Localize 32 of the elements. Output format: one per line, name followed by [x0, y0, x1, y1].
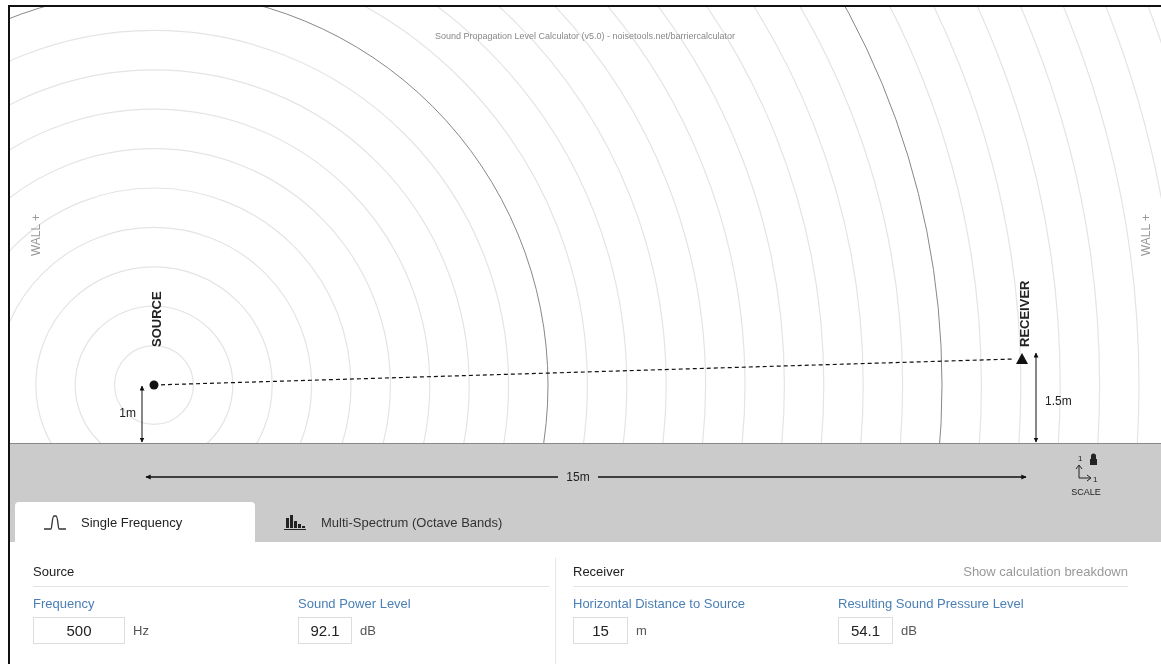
- number-field[interactable]: 500: [33, 617, 125, 644]
- bar-chart-icon: [283, 514, 307, 530]
- field-label: Resulting Sound Pressure Level: [838, 596, 1024, 611]
- number-field[interactable]: 54.1: [838, 617, 893, 644]
- lock-icon[interactable]: [1090, 453, 1097, 465]
- source-label: SOURCE: [149, 291, 164, 347]
- section-heading: Receiver: [573, 564, 625, 579]
- pulse-icon: [43, 514, 67, 530]
- app-title: Sound Propagation Level Calculator (v5.0) - noisetools.net/barriercalculator: [434, 31, 736, 41]
- scale-x-value: 1: [1093, 475, 1098, 484]
- unit-label: dB: [360, 623, 376, 638]
- source-dot[interactable]: [149, 380, 159, 390]
- mode-tab[interactable]: Multi-Spectrum (Octave Bands): [255, 502, 537, 542]
- field-label: Horizontal Distance to Source: [573, 596, 746, 611]
- unit-label: dB: [901, 623, 917, 638]
- number-field[interactable]: 15: [573, 617, 628, 644]
- scale-y-value: 1: [1078, 454, 1083, 463]
- number-field[interactable]: 92.1: [298, 617, 352, 644]
- section-heading: Source: [33, 564, 75, 579]
- source-height: 1m: [119, 406, 136, 420]
- distance-label: 15m: [566, 470, 590, 484]
- unit-label: m: [636, 623, 647, 638]
- scale-label: SCALE: [1071, 487, 1101, 497]
- axes-icon[interactable]: [1075, 464, 1092, 482]
- mode-tab[interactable]: Single Frequency: [15, 502, 255, 542]
- field-label: Sound Power Level: [298, 596, 411, 611]
- receiver-marker[interactable]: [1016, 353, 1028, 364]
- height-arrow: [139, 385, 145, 443]
- unit-label: Hz: [133, 623, 149, 638]
- receiver-height: 1.5m: [1045, 394, 1072, 408]
- field-label: Frequency: [33, 596, 96, 611]
- receiver-label: RECEIVER: [1017, 280, 1032, 347]
